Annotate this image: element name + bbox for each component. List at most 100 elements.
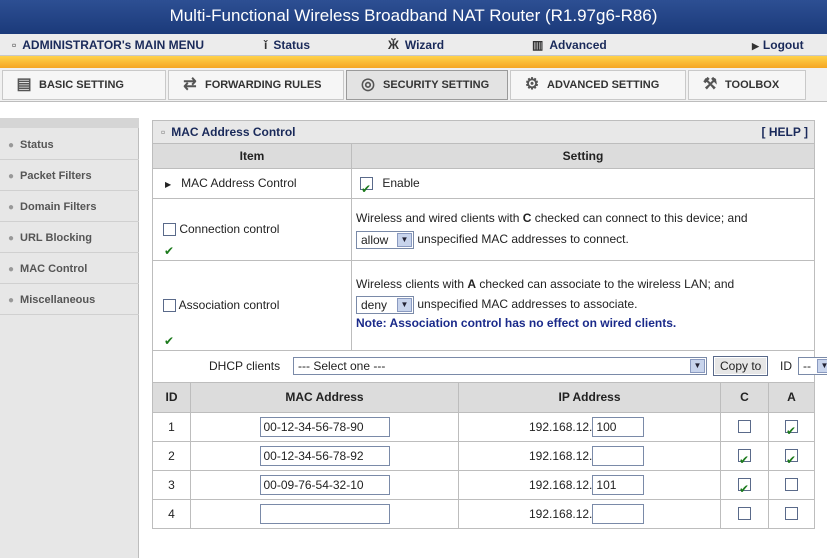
ip-prefix: 192.168.12.	[529, 449, 593, 463]
row-id: 2	[153, 442, 191, 470]
connection-control-item-cell: Connection control	[153, 199, 352, 282]
tab-forwarding-label: FORWARDING RULES	[205, 79, 322, 91]
a-cell	[769, 471, 814, 499]
bullet-icon: ●	[8, 140, 15, 151]
tab-toolbox-label: TOOLBOX	[725, 79, 780, 91]
assoc-desc-line1: Wireless clients with A checked can asso…	[356, 275, 810, 294]
a-cell	[769, 500, 814, 528]
chevron-down-icon: ▼	[817, 359, 827, 373]
association-policy-select[interactable]: deny ▼	[356, 295, 414, 314]
sidebar-item-miscellaneous[interactable]: ● Miscellaneous	[0, 285, 139, 315]
page-title: Multi-Functional Wireless Broadband NAT …	[0, 0, 827, 34]
connection-control-setting-cell: Wireless and wired clients with C checke…	[352, 199, 814, 260]
mac-control-label: MAC Address Control	[181, 176, 297, 190]
ip-cell: 192.168.12. 100	[459, 413, 721, 441]
advanced-icon: ▥	[532, 38, 544, 52]
sidebar-item-url-blocking[interactable]: ● URL Blocking	[0, 223, 139, 253]
mac-cell: 00-12-34-56-78-90	[191, 413, 459, 441]
connection-desc-line2: allow ▼ unspecified MAC addresses to conn…	[356, 230, 810, 249]
ip-suffix-input[interactable]	[592, 446, 645, 466]
tab-basic-setting[interactable]: ▤ BASIC SETTING	[2, 70, 166, 100]
ip-suffix-input[interactable]: 101	[592, 475, 645, 495]
tab-security-label: SECURITY SETTING	[383, 79, 490, 91]
main-menu: ▫ ADMINISTRATOR's MAIN MENU ǐ Status Ӂ Wiza…	[0, 34, 827, 56]
connection-policy-select[interactable]: allow ▼	[356, 230, 414, 249]
sidebar-item-label: Status	[20, 139, 54, 151]
id-label: ID	[780, 359, 792, 373]
sidebar-item-label: Miscellaneous	[20, 294, 96, 306]
square-bullet-icon: ▫	[12, 38, 17, 52]
enable-checkbox[interactable]	[360, 175, 373, 204]
associate-checkbox[interactable]	[785, 478, 798, 492]
wizard-label: Wizard	[404, 38, 445, 52]
a-cell	[769, 413, 814, 445]
book-icon: ▤	[16, 76, 32, 94]
id-select[interactable]: -- ▼	[798, 357, 827, 375]
ip-cell: 192.168.12.	[459, 442, 721, 470]
connect-checkbox[interactable]	[738, 507, 751, 521]
assoc-desc2: unspecified MAC addresses to associate.	[417, 297, 638, 311]
tab-advanced-setting[interactable]: ⚙ ADVANCED SETTING	[510, 70, 686, 100]
mac-cell	[191, 500, 459, 528]
mac-control-item-cell: ▶ MAC Address Control	[153, 169, 352, 198]
bullet-icon: ●	[8, 171, 15, 182]
accent-band	[0, 56, 827, 68]
sidebar-item-domain-filters[interactable]: ● Domain Filters	[0, 192, 139, 222]
copy-to-button[interactable]: Copy to	[713, 356, 769, 376]
conn-desc-pre: Wireless and wired clients with	[356, 211, 523, 225]
panel-header: ▫ MAC Address Control [ HELP ]	[152, 120, 815, 144]
chevron-down-icon: ▼	[397, 297, 412, 312]
col-setting-header: Setting	[352, 144, 814, 168]
connect-checkbox[interactable]	[738, 447, 751, 474]
mac-table-header-row: ID MAC Address IP Address C A	[152, 383, 815, 413]
status-link[interactable]: ǐ Status	[264, 34, 310, 56]
tab-security-setting[interactable]: ◎ SECURITY SETTING	[346, 70, 508, 100]
associate-checkbox[interactable]	[785, 418, 798, 445]
conn-desc-post: checked can connect to this device; and	[531, 211, 748, 225]
sidebar-item-mac-control[interactable]: ● MAC Control	[0, 254, 139, 284]
c-cell	[721, 442, 769, 474]
sidebar-item-status[interactable]: ● Status	[0, 130, 139, 160]
mac-address-input[interactable]: 00-12-34-56-78-92	[259, 446, 390, 466]
connect-checkbox[interactable]	[738, 420, 751, 434]
dhcp-clients-select[interactable]: --- Select one --- ▼	[293, 357, 707, 375]
status-icon: ǐ	[264, 38, 268, 52]
admin-menu-label: ADMINISTRATOR's MAIN MENU	[22, 38, 205, 52]
assoc-desc-letter: A	[467, 277, 477, 291]
tab-advanced-label: ADVANCED SETTING	[547, 79, 660, 91]
mac-address-input[interactable]: 00-09-76-54-32-10	[259, 475, 390, 495]
enable-label: Enable	[382, 176, 420, 190]
bullet-icon: ●	[8, 233, 15, 244]
assoc-desc-line2: deny ▼ unspecified MAC addresses to assoc…	[356, 295, 810, 314]
logout-link[interactable]: ▶ Logout	[752, 34, 804, 56]
associate-checkbox[interactable]	[785, 447, 798, 474]
advanced-link[interactable]: ▥ Advanced	[532, 34, 607, 56]
mac-control-panel: ▫ MAC Address Control [ HELP ] Item Setti…	[152, 118, 827, 558]
connect-checkbox[interactable]	[738, 476, 751, 503]
tab-toolbox[interactable]: ⚒ TOOLBOX	[688, 70, 806, 100]
mac-address-input[interactable]	[259, 504, 390, 524]
mac-address-input[interactable]: 00-12-34-56-78-90	[259, 417, 390, 437]
sidebar-item-packet-filters[interactable]: ● Packet Filters	[0, 161, 139, 191]
table-row: 1 00-12-34-56-78-90 192.168.12. 100	[152, 413, 815, 445]
logout-label: Logout	[762, 38, 804, 52]
admin-menu: ▫ ADMINISTRATOR's MAIN MENU	[12, 34, 204, 56]
ip-suffix-input[interactable]: 100	[592, 417, 645, 437]
tab-forwarding-rules[interactable]: ⇄ FORWARDING RULES	[168, 70, 344, 100]
help-link[interactable]: [ HELP ]	[762, 121, 808, 143]
assoc-select-value: deny	[361, 297, 388, 312]
association-control-setting-cell: Wireless clients with A checked can asso…	[352, 261, 814, 350]
connection-control-row: Connection control Wireless and wired cl…	[152, 199, 815, 282]
associate-checkbox[interactable]	[785, 507, 798, 521]
ip-suffix-input[interactable]	[592, 504, 645, 524]
connection-control-checkbox[interactable]	[163, 221, 176, 282]
row-id: 3	[153, 471, 191, 499]
square-bullet-icon: ▫	[161, 125, 166, 139]
gear-icon: ⚙	[524, 76, 540, 94]
settings-header-row: Item Setting	[152, 144, 815, 169]
ip-prefix: 192.168.12.	[529, 420, 593, 434]
association-control-checkbox[interactable]	[163, 297, 176, 386]
toolbox-icon: ⚒	[702, 76, 718, 94]
wizard-link[interactable]: Ӂ Wizard	[388, 34, 444, 56]
mac-cell: 00-12-34-56-78-92	[191, 442, 459, 470]
